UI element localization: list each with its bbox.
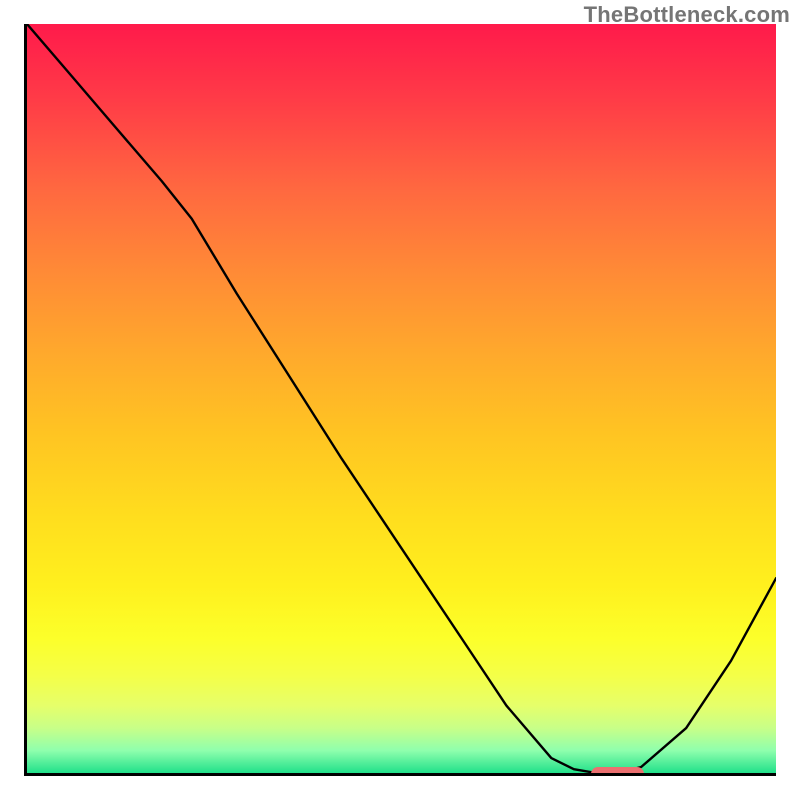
optimal-marker [591, 767, 644, 776]
watermark-text: TheBottleneck.com [584, 2, 790, 28]
bottleneck-curve [27, 24, 776, 773]
chart-plot-area [24, 24, 776, 776]
